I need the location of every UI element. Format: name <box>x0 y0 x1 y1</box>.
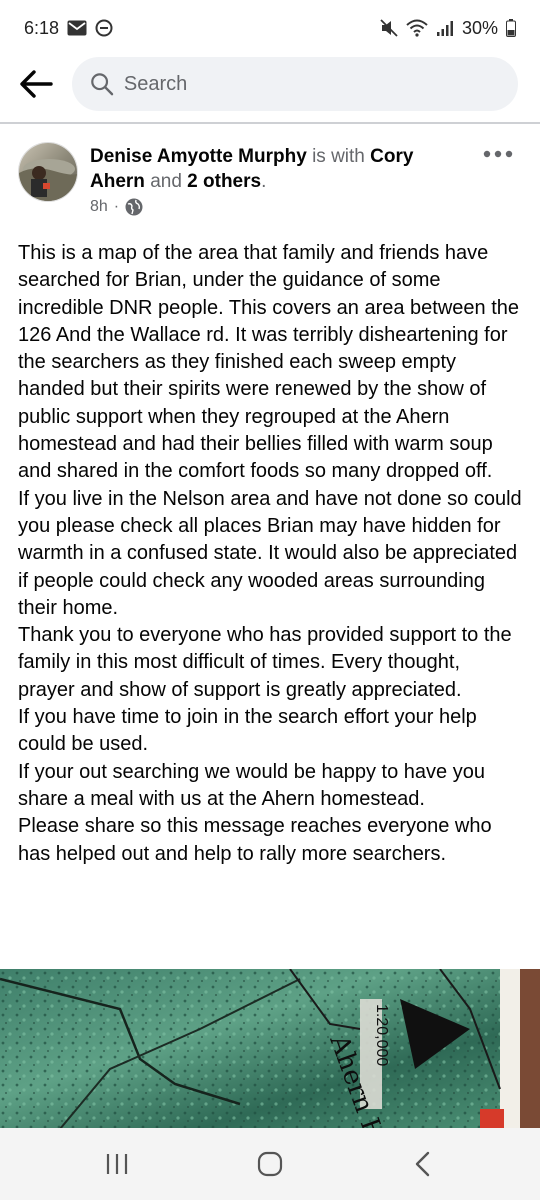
and-text: and <box>150 171 182 192</box>
post-time[interactable]: 8h <box>90 198 108 216</box>
attribution-end: . <box>261 171 267 192</box>
dnd-icon <box>95 19 113 37</box>
avatar[interactable] <box>18 142 78 202</box>
system-nav-bar <box>0 1128 540 1200</box>
recent-apps-icon <box>106 1154 127 1174</box>
status-right: 30% <box>380 18 516 39</box>
map-photo: 1:20,000 Ahern Home <box>0 969 540 1129</box>
home-icon <box>257 1151 283 1177</box>
meta-separator: · <box>113 198 120 215</box>
wifi-icon <box>406 19 428 37</box>
search-box[interactable] <box>72 57 518 111</box>
post-body: This is a map of the area that family an… <box>0 224 540 868</box>
status-left: 6:18 <box>24 18 113 39</box>
post-header: Denise Amyotte Murphy is with Cory Ahern… <box>0 124 540 224</box>
system-back-button[interactable] <box>393 1134 453 1194</box>
globe-icon <box>125 198 143 216</box>
status-bar: 6:18 30% <box>0 0 540 56</box>
status-time: 6:18 <box>24 17 60 38</box>
post-paragraph: If you live in the Nelson area and have … <box>18 487 522 619</box>
post: Denise Amyotte Murphy is with Cory Ahern… <box>0 124 540 868</box>
with-text: is with <box>312 146 365 167</box>
post-meta: 8h · <box>90 198 143 216</box>
signal-icon <box>436 19 454 37</box>
author-name[interactable]: Denise Amyotte Murphy <box>90 146 307 167</box>
post-paragraph: If your out searching we would be happy … <box>18 760 485 810</box>
map-scale-label: 1:20,000 <box>373 1004 390 1066</box>
mail-icon <box>67 20 87 36</box>
post-paragraph: This is a map of the area that family an… <box>18 242 520 483</box>
back-button[interactable] <box>16 64 56 104</box>
more-icon <box>483 150 513 158</box>
search-icon <box>91 73 114 96</box>
back-arrow-icon <box>20 70 53 98</box>
more-options-button[interactable] <box>480 144 516 164</box>
tagged-others[interactable]: 2 others <box>187 171 261 192</box>
post-attribution: Denise Amyotte Murphy is with Cory Ahern… <box>90 144 462 194</box>
post-paragraph: Thank you to everyone who has provided s… <box>18 624 512 701</box>
mute-icon <box>380 19 398 37</box>
top-bar <box>0 56 540 112</box>
recent-apps-button[interactable] <box>87 1134 147 1194</box>
battery-icon <box>506 19 516 37</box>
home-button[interactable] <box>240 1134 300 1194</box>
search-input[interactable] <box>123 72 500 96</box>
post-paragraph: Please share so this message reaches eve… <box>18 815 492 865</box>
battery-percent: 30% <box>461 17 498 38</box>
back-nav-icon <box>416 1151 430 1177</box>
post-photo-map[interactable]: 1:20,000 Ahern Home <box>0 969 540 1129</box>
post-paragraph: If you have time to join in the search e… <box>18 706 477 756</box>
